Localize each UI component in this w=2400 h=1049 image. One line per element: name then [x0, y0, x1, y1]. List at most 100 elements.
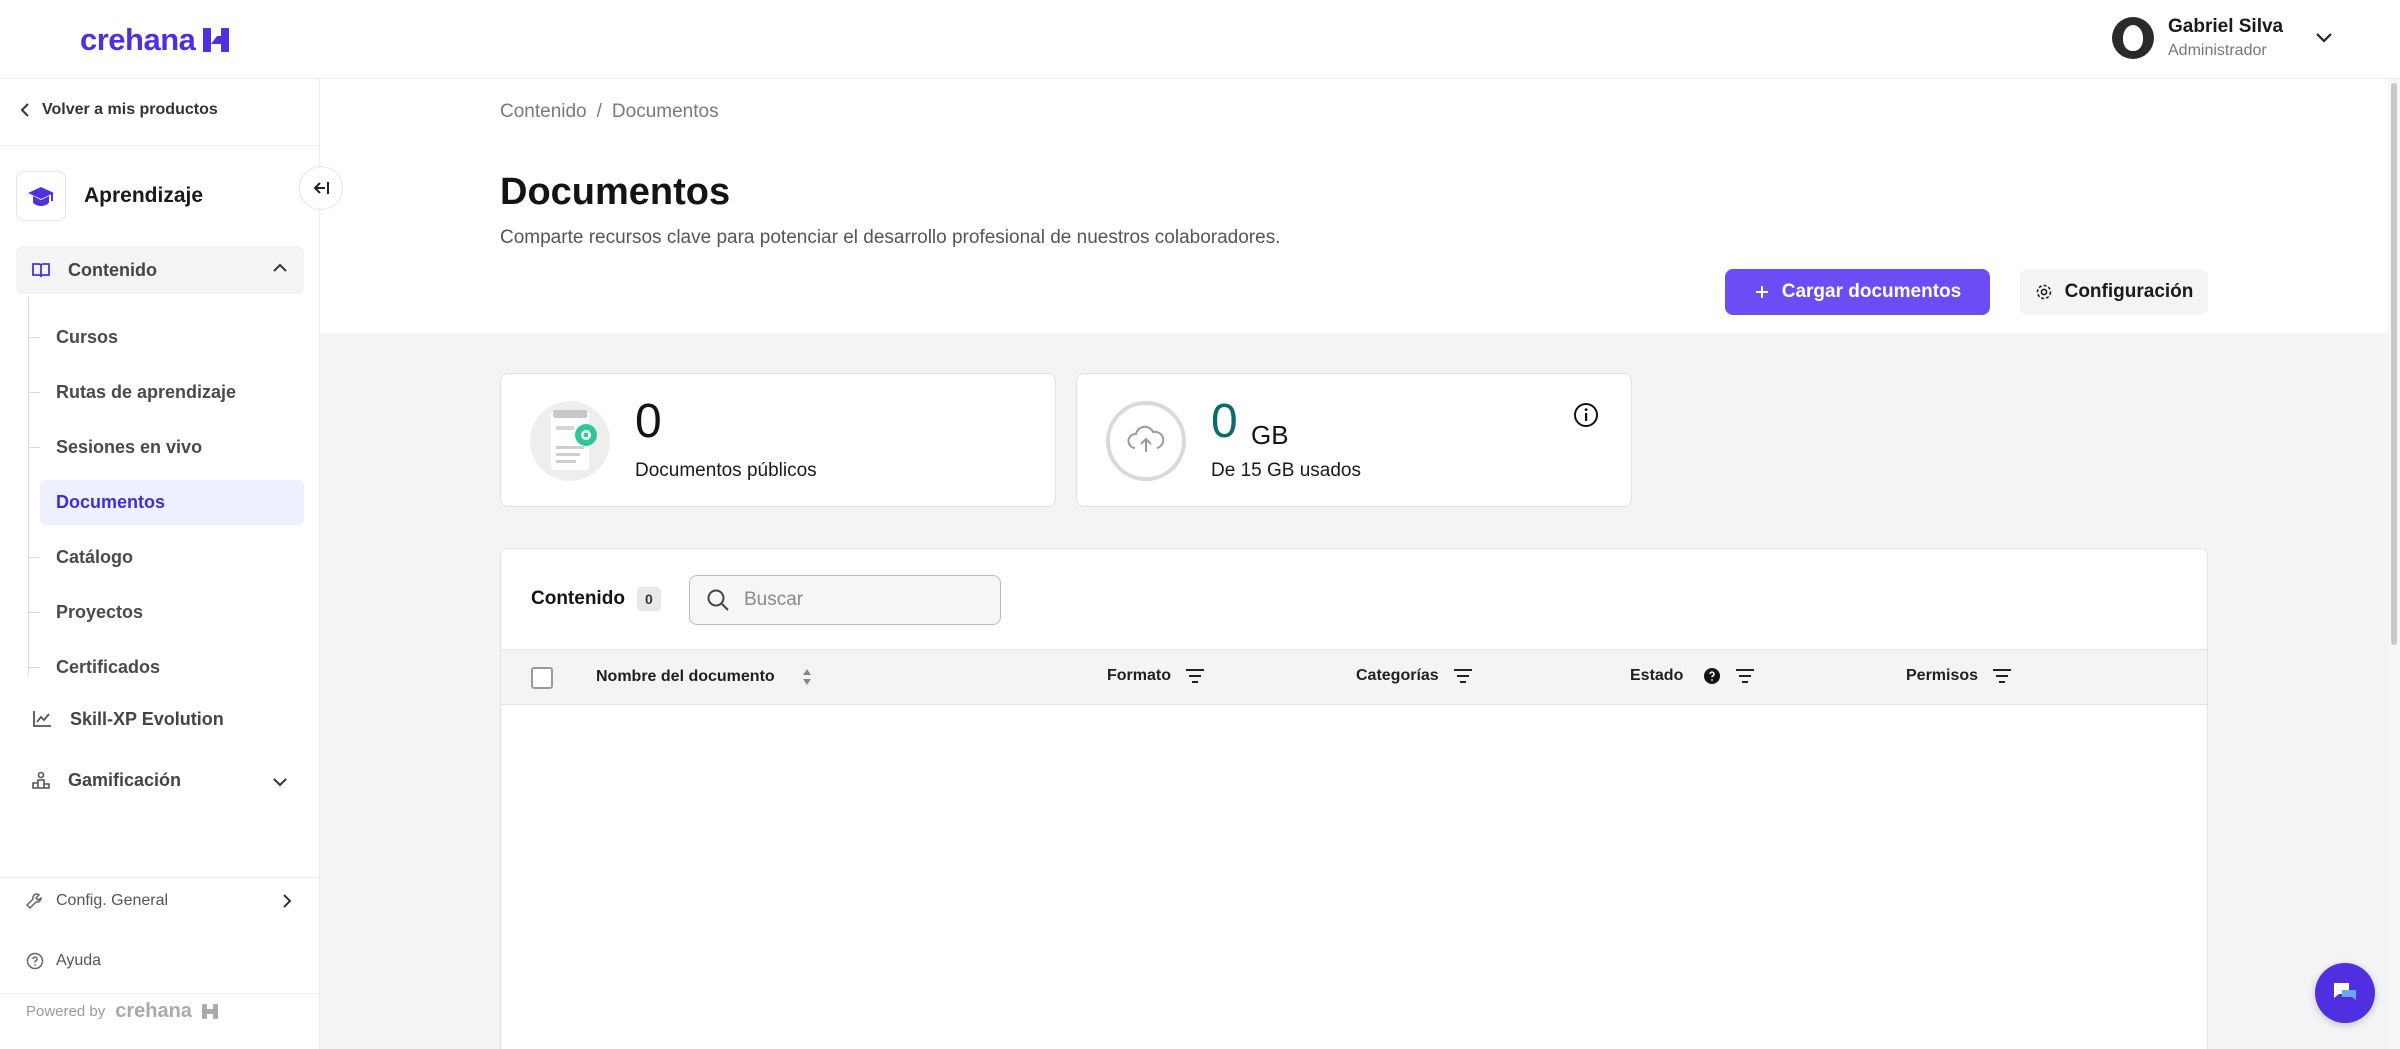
filter-icon[interactable] — [1992, 667, 2012, 685]
storage-card: 0 GB De 15 GB usados — [1076, 373, 1632, 507]
upload-documents-button[interactable]: Cargar documentos — [1725, 269, 1990, 315]
filter-icon[interactable] — [1735, 667, 1755, 685]
powered-brand: crehana — [115, 1000, 192, 1022]
sidebar-section-gamificacion[interactable]: Gamificación — [16, 756, 304, 804]
chevron-up-icon — [273, 263, 287, 272]
count-badge: 0 — [636, 587, 661, 611]
help-label: Ayuda — [56, 952, 102, 969]
column-label: Estado — [1630, 667, 1684, 684]
collapse-sidebar-button[interactable] — [299, 166, 343, 210]
gamification-label: Gamificación — [68, 769, 182, 790]
tree-line — [28, 297, 29, 675]
sidebar-item-catalogo[interactable]: Catálogo — [28, 535, 304, 580]
back-label: Volver a mis productos — [42, 101, 218, 118]
user-role: Administrador — [2168, 42, 2267, 59]
column-header-status: Estado — [1630, 667, 1755, 685]
scrollbar-thumb[interactable] — [2391, 83, 2397, 645]
documents-table-card: Contenido 0 Nombre del documento Formato… — [500, 548, 2208, 1049]
module-header: Aprendizaje — [16, 171, 203, 221]
avatar — [2112, 17, 2154, 59]
search-input[interactable] — [744, 589, 984, 611]
top-bar: crehana Gabriel Silva Administrador — [0, 0, 2400, 79]
page-subtitle: Comparte recursos clave para potenciar e… — [500, 227, 1281, 248]
column-label: Categorías — [1356, 667, 1439, 684]
configuration-button[interactable]: Configuración — [2020, 269, 2208, 315]
sort-icon[interactable] — [801, 667, 813, 687]
select-all-checkbox[interactable] — [531, 667, 553, 689]
back-to-products-link[interactable]: Volver a mis productos — [20, 101, 218, 119]
config-general-link[interactable]: Config. General — [26, 892, 292, 910]
sidebar-item-certificados[interactable]: Certificados — [28, 645, 304, 690]
table-header: Nombre del documento Formato Categorías … — [501, 649, 2207, 705]
section-label: Contenido — [68, 259, 157, 280]
chevron-right-icon — [283, 894, 292, 908]
help-filled-icon[interactable] — [1703, 667, 1721, 685]
chat-icon — [2334, 983, 2356, 1000]
chart-icon — [33, 711, 51, 727]
podium-icon — [32, 771, 50, 789]
cloud-upload-icon — [1106, 401, 1186, 481]
gear-icon — [2036, 284, 2051, 300]
column-header-categories: Categorías — [1356, 667, 1473, 685]
column-label: Formato — [1107, 667, 1171, 684]
table-title: Contenido 0 — [531, 587, 661, 611]
column-header-format: Formato — [1107, 667, 1205, 685]
sidebar-item-sesiones[interactable]: Sesiones en vivo — [28, 425, 304, 470]
info-icon[interactable] — [1573, 402, 1599, 428]
plus-icon — [1755, 286, 1768, 298]
breadcrumb-root[interactable]: Contenido — [500, 101, 587, 123]
storage-unit: GB — [1251, 420, 1289, 450]
user-name: Gabriel Silva — [2168, 16, 2284, 37]
sidebar-item-cursos[interactable]: Cursos — [28, 315, 304, 360]
table-title-label: Contenido — [531, 588, 625, 609]
divider — [0, 993, 319, 994]
graduation-cap-icon — [16, 171, 66, 221]
breadcrumb-separator: / — [596, 101, 602, 122]
config-label: Config. General — [56, 892, 169, 909]
column-label: Nombre del documento — [596, 668, 775, 685]
wrench-icon — [26, 893, 42, 910]
powered-by: Powered by crehana — [26, 1000, 218, 1023]
powered-label: Powered by — [26, 1003, 106, 1020]
chevron-left-icon — [20, 103, 29, 117]
column-header-name[interactable]: Nombre del documento — [596, 667, 813, 687]
storage-label: De 15 GB usados — [1211, 460, 1361, 481]
user-menu[interactable]: Gabriel Silva Administrador — [2112, 16, 2333, 60]
crehana-logo[interactable]: crehana — [80, 22, 230, 58]
module-title: Aprendizaje — [84, 184, 204, 207]
collapse-arrow-icon — [313, 182, 329, 194]
chevron-down-icon[interactable] — [2315, 32, 2333, 44]
document-eye-icon — [530, 401, 610, 481]
page-title: Documentos — [500, 171, 731, 213]
sidebar-item-skill-xp[interactable]: Skill-XP Evolution — [16, 695, 304, 743]
public-documents-count: 0 — [635, 395, 662, 448]
logo-mark-icon — [201, 1004, 218, 1019]
help-link[interactable]: Ayuda — [26, 952, 101, 970]
divider — [0, 145, 319, 146]
chat-support-button[interactable] — [2315, 963, 2375, 1023]
sidebar: Volver a mis productos Aprendizaje Conte… — [0, 79, 343, 1049]
filter-icon[interactable] — [1185, 667, 1205, 685]
sidebar-section-contenido[interactable]: Contenido — [16, 246, 304, 294]
sidebar-item-rutas[interactable]: Rutas de aprendizaje — [28, 370, 304, 415]
column-header-permissions: Permisos — [1906, 667, 2012, 685]
public-documents-card: 0 Documentos públicos — [500, 373, 1056, 507]
storage-used-value: 0 — [1211, 395, 1238, 448]
sidebar-item-proyectos[interactable]: Proyectos — [28, 590, 304, 635]
page-scrollbar[interactable] — [2388, 79, 2400, 1049]
search-box[interactable] — [689, 575, 1001, 625]
upload-label: Cargar documentos — [1781, 281, 1962, 302]
public-documents-label: Documentos públicos — [635, 460, 817, 481]
chevron-down-icon — [273, 778, 287, 787]
config-button-label: Configuración — [2064, 281, 2194, 302]
column-label: Permisos — [1906, 667, 1979, 684]
divider — [0, 877, 319, 878]
help-circle-icon — [26, 952, 44, 970]
sidebar-item-documentos[interactable]: Documentos — [40, 480, 304, 525]
logo-mark-icon — [203, 28, 230, 52]
main-content: Contenido / Documentos Documentos Compar… — [320, 79, 2388, 1049]
search-icon — [707, 589, 729, 611]
filter-icon[interactable] — [1453, 667, 1473, 685]
skill-label: Skill-XP Evolution — [70, 708, 224, 729]
breadcrumb: Contenido / Documentos — [500, 101, 719, 123]
